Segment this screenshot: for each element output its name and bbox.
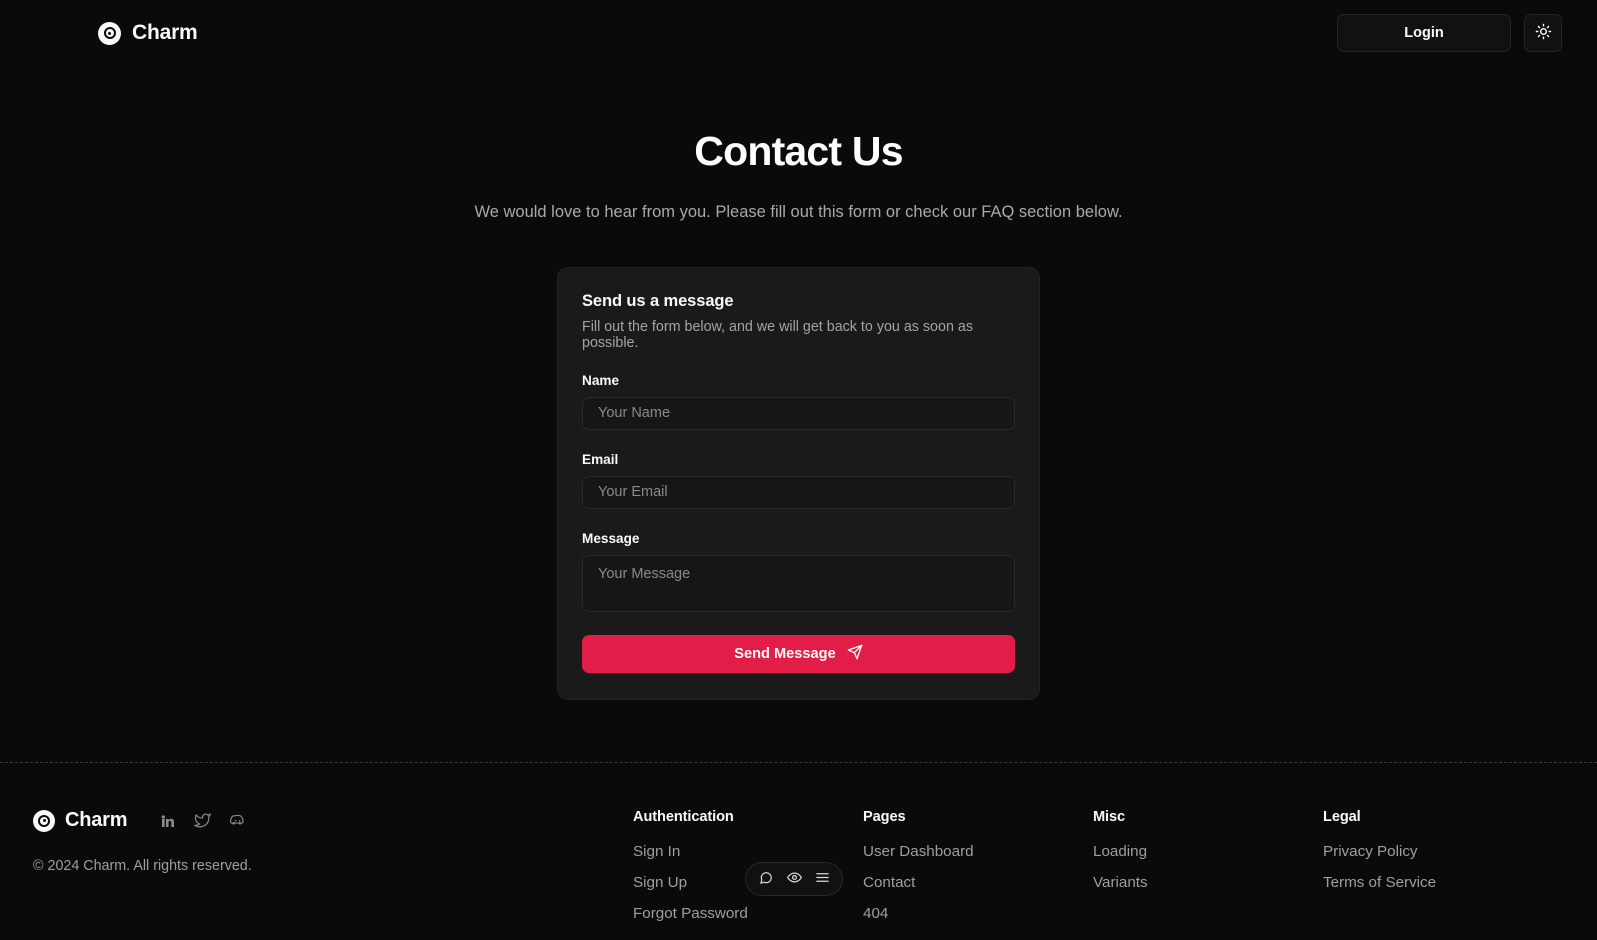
login-button[interactable]: Login — [1337, 14, 1511, 52]
footer-link-privacy-policy[interactable]: Privacy Policy — [1323, 843, 1418, 860]
hero-section: Contact Us We would love to hear from yo… — [0, 66, 1597, 222]
header-actions: Login — [1337, 14, 1562, 52]
site-footer: Charm © 2024 Charm. All rights reserved.… — [0, 762, 1597, 940]
footer-column-pages: Pages User Dashboard Contact 404 — [863, 809, 1093, 936]
contact-card-wrapper: Send us a message Fill out the form belo… — [0, 267, 1597, 700]
site-header: Charm Login — [0, 0, 1597, 66]
list-item: Forgot Password — [633, 905, 863, 923]
footer-column-heading: Authentication — [633, 809, 734, 825]
brand-logo[interactable]: Charm — [98, 21, 198, 45]
footer-link-list: Loading Variants — [1093, 843, 1323, 892]
contact-form-card: Send us a message Fill out the form belo… — [557, 267, 1040, 700]
footer-link-sign-in[interactable]: Sign In — [633, 843, 680, 860]
field-message: Message — [582, 531, 1015, 612]
linkedin-icon[interactable] — [160, 813, 176, 829]
footer-column-heading: Misc — [1093, 809, 1126, 825]
footer-link-forgot-password[interactable]: Forgot Password — [633, 905, 748, 922]
brand-name: Charm — [132, 21, 198, 44]
footer-brand-column: Charm © 2024 Charm. All rights reserved. — [33, 809, 633, 936]
card-description: Fill out the form below, and we will get… — [582, 319, 973, 351]
card-title: Send us a message — [582, 292, 734, 310]
email-label: Email — [582, 452, 619, 467]
chat-bubble-button[interactable] — [755, 868, 777, 890]
name-input[interactable] — [582, 397, 1015, 430]
discord-icon[interactable] — [229, 812, 246, 829]
hamburger-menu-icon — [815, 870, 830, 888]
footer-link-variants[interactable]: Variants — [1093, 874, 1148, 891]
footer-column-heading: Pages — [863, 809, 906, 825]
field-email: Email — [582, 452, 1015, 509]
field-name: Name — [582, 373, 1015, 430]
list-item: User Dashboard — [863, 843, 1093, 861]
theme-toggle-button[interactable] — [1524, 14, 1562, 52]
page-title: Contact Us — [694, 128, 903, 174]
name-label: Name — [582, 373, 620, 388]
eye-icon — [786, 870, 802, 888]
footer-link-user-dashboard[interactable]: User Dashboard — [863, 843, 974, 860]
chat-bubble-icon — [759, 871, 773, 888]
list-item: Loading — [1093, 843, 1323, 861]
footer-brand-logo[interactable]: Charm — [33, 809, 128, 832]
list-item: Variants — [1093, 874, 1323, 892]
footer-column-misc: Misc Loading Variants — [1093, 809, 1323, 936]
copyright-text: © 2024 Charm. All rights reserved. — [33, 858, 252, 874]
footer-link-404[interactable]: 404 — [863, 905, 888, 922]
list-item: 404 — [863, 905, 1093, 923]
list-item: Contact — [863, 874, 1093, 892]
list-item: Sign In — [633, 843, 863, 861]
page-subtitle: We would love to hear from you. Please f… — [474, 203, 1123, 221]
hamburger-menu-button[interactable] — [811, 868, 833, 890]
twitter-icon[interactable] — [194, 812, 212, 829]
floating-toolbar — [745, 862, 843, 896]
message-label: Message — [582, 531, 640, 546]
bullseye-icon — [33, 809, 55, 832]
footer-link-loading[interactable]: Loading — [1093, 843, 1147, 860]
message-textarea[interactable] — [582, 555, 1015, 612]
footer-link-terms-of-service[interactable]: Terms of Service — [1323, 874, 1436, 891]
bullseye-icon — [98, 21, 121, 45]
footer-link-sign-up[interactable]: Sign Up — [633, 874, 687, 891]
list-item: Terms of Service — [1323, 874, 1436, 892]
social-links — [160, 812, 246, 829]
footer-brand-row: Charm — [33, 809, 633, 832]
send-icon — [847, 644, 863, 664]
footer-link-contact[interactable]: Contact — [863, 874, 915, 891]
footer-link-list: User Dashboard Contact 404 — [863, 843, 1093, 923]
sun-icon — [1535, 23, 1552, 43]
send-message-label: Send Message — [734, 646, 836, 662]
send-message-button[interactable]: Send Message — [582, 635, 1015, 673]
footer-brand-name: Charm — [65, 809, 128, 831]
footer-link-list: Privacy Policy Terms of Service — [1323, 843, 1436, 892]
list-item: Privacy Policy — [1323, 843, 1436, 861]
email-input[interactable] — [582, 476, 1015, 509]
eye-preview-button[interactable] — [783, 868, 805, 890]
footer-column-heading: Legal — [1323, 809, 1361, 825]
footer-column-legal: Legal Privacy Policy Terms of Service — [1323, 809, 1436, 936]
